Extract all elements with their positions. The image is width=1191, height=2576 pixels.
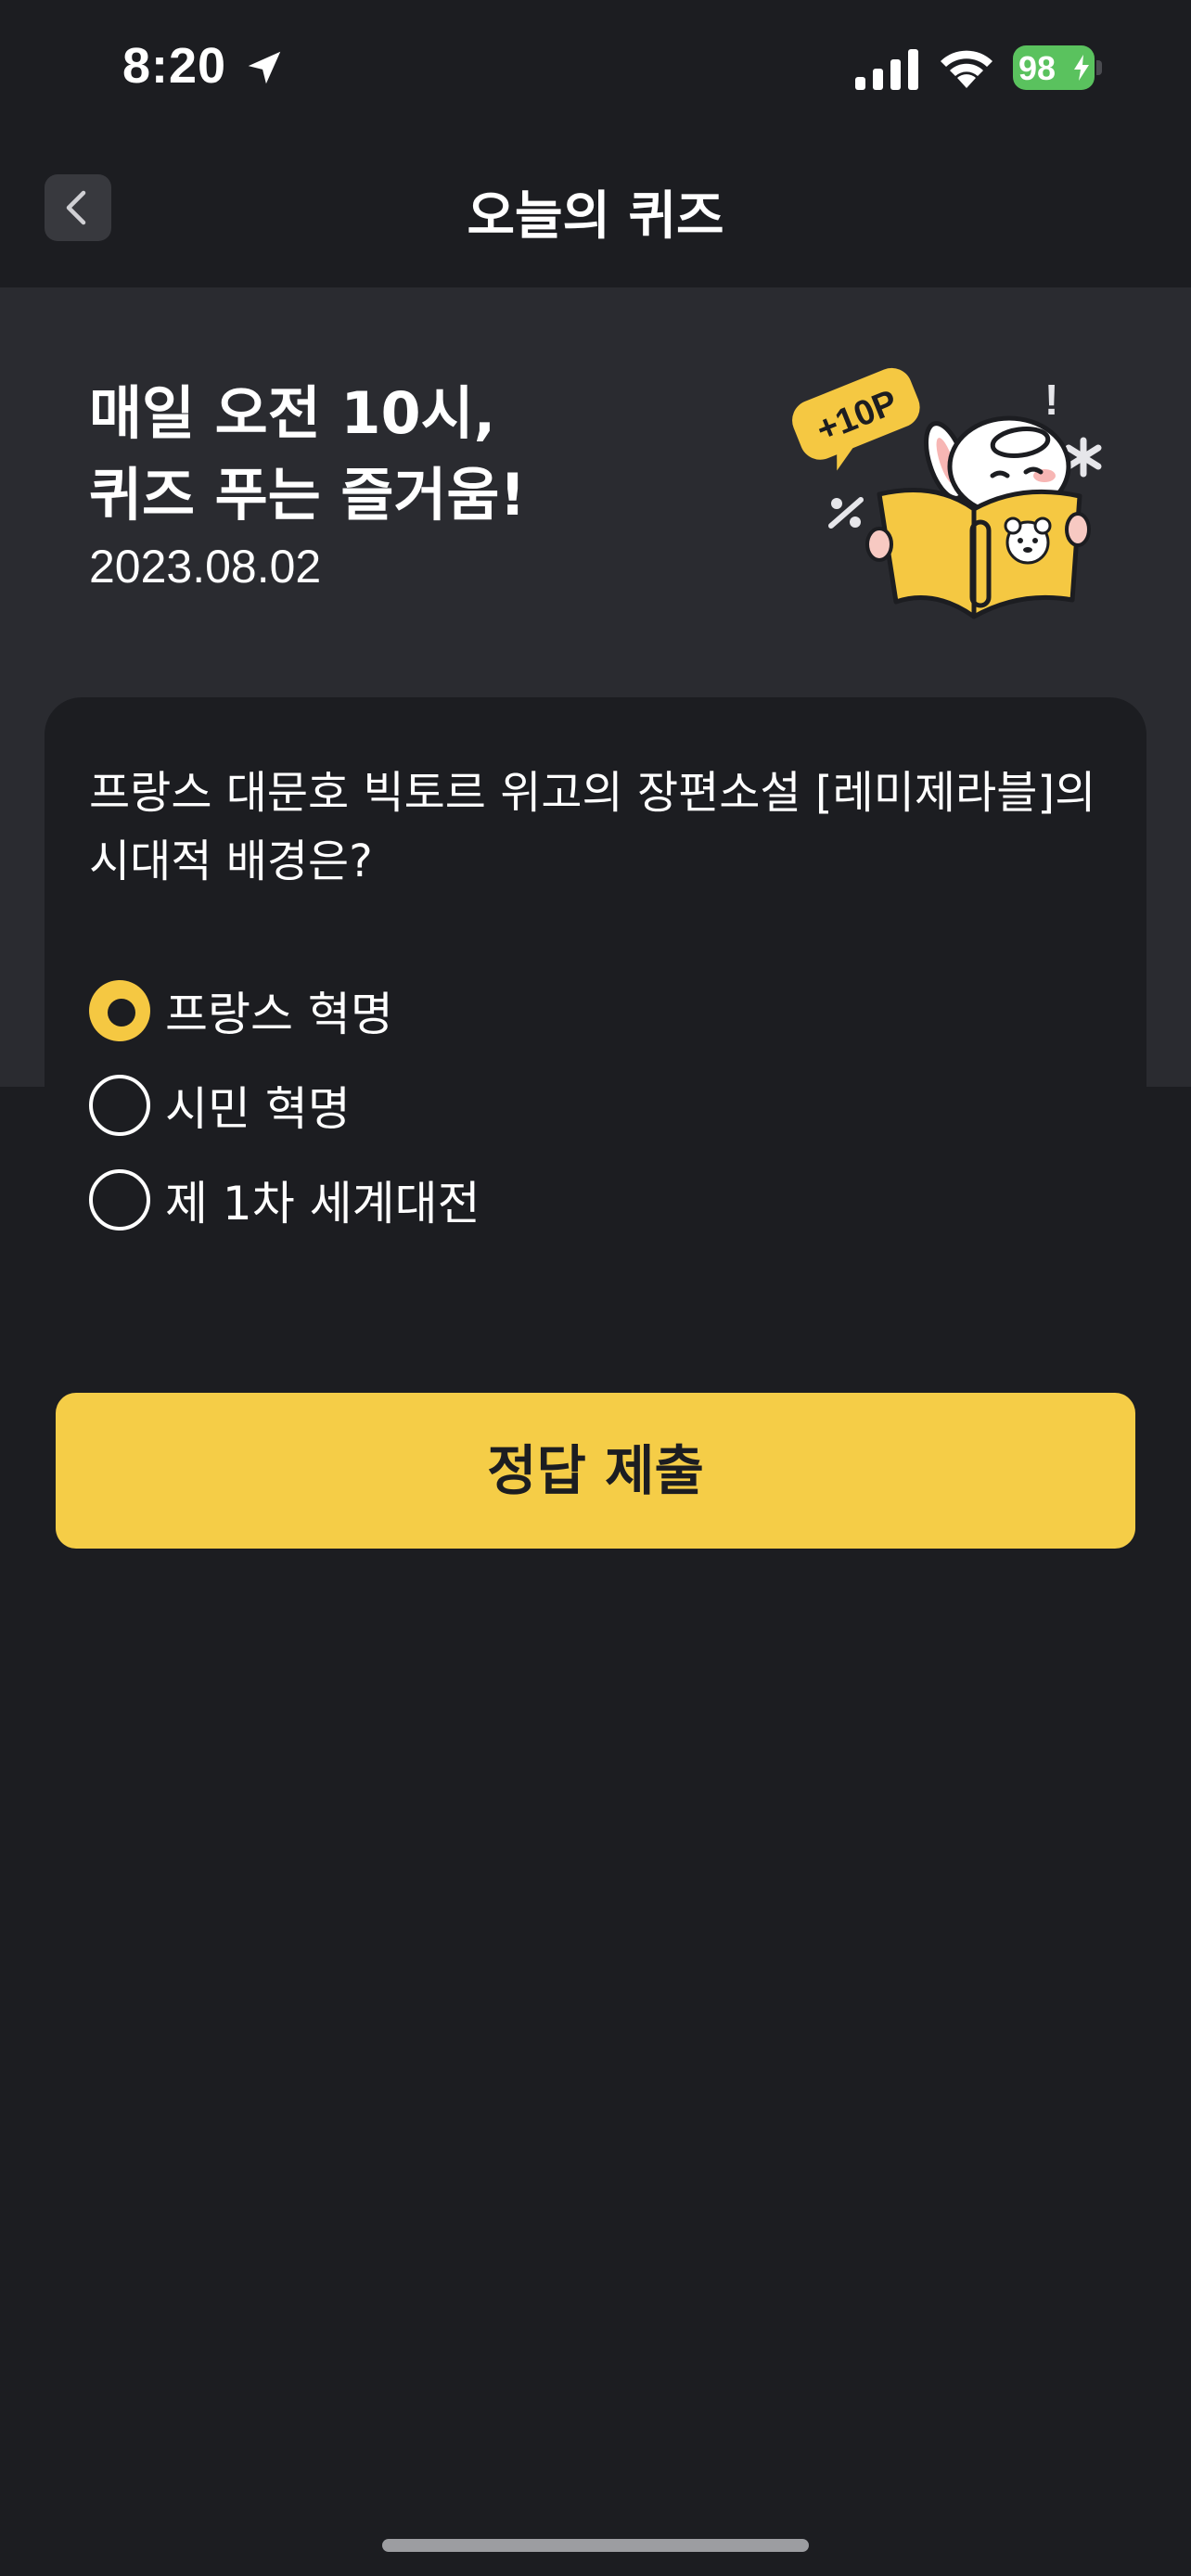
quiz-card: 프랑스 대문호 빅토르 위고의 장편소설 [레미제라블]의 시대적 배경은? 프… [45,697,1146,1346]
option-label: 프랑스 혁명 [165,988,393,1041]
location-arrow-icon [248,51,281,84]
page-title: 오늘의 퀴즈 [467,186,724,247]
option-label: 시민 혁명 [165,1082,351,1136]
quiz-option-2[interactable]: 시민 혁명 [89,1072,351,1139]
radio-button[interactable] [89,1075,150,1136]
radio-button-selected[interactable] [89,980,150,1041]
status-time: 8:20 [122,38,227,94]
exclamation-mark-icon: ! [1044,376,1058,424]
banner-title-line1: 매일 오전 10시, [89,379,496,447]
quiz-date: 2023.08.02 [89,541,322,593]
radio-button[interactable] [89,1169,150,1231]
banner-title-line2: 퀴즈 푸는 즐거움! [89,461,526,529]
submit-answer-button[interactable]: 정답 제출 [56,1393,1135,1549]
charging-bolt-icon [1074,55,1089,81]
asterisk-icon [1065,437,1102,478]
battery-tip [1096,60,1102,75]
cellular-signal-icon [855,49,918,90]
quiz-option-3[interactable]: 제 1차 세계대전 [89,1167,480,1233]
home-indicator[interactable] [382,2539,809,2552]
battery-level: 98 [1018,49,1057,87]
status-bar: 8:20 98 [0,0,1191,139]
quiz-question: 프랑스 대문호 빅토르 위고의 장편소설 [레미제라블]의 시대적 배경은? [89,767,1096,887]
wifi-icon [941,50,992,88]
banner-title: 매일 오전 10시, 퀴즈 푸는 즐거움! [89,373,526,536]
battery-body: 98 [1013,45,1095,90]
rabbit-reading-book-illustration: +10P ! [792,367,1102,619]
option-label: 제 1차 세계대전 [165,1177,480,1231]
percent-sparkle-icon [828,497,864,529]
quiz-option-1[interactable]: 프랑스 혁명 [89,977,393,1044]
points-badge: +10P [792,367,920,471]
battery-indicator: 98 [1013,45,1104,90]
navigation-bar: 오늘의 퀴즈 [0,139,1191,287]
